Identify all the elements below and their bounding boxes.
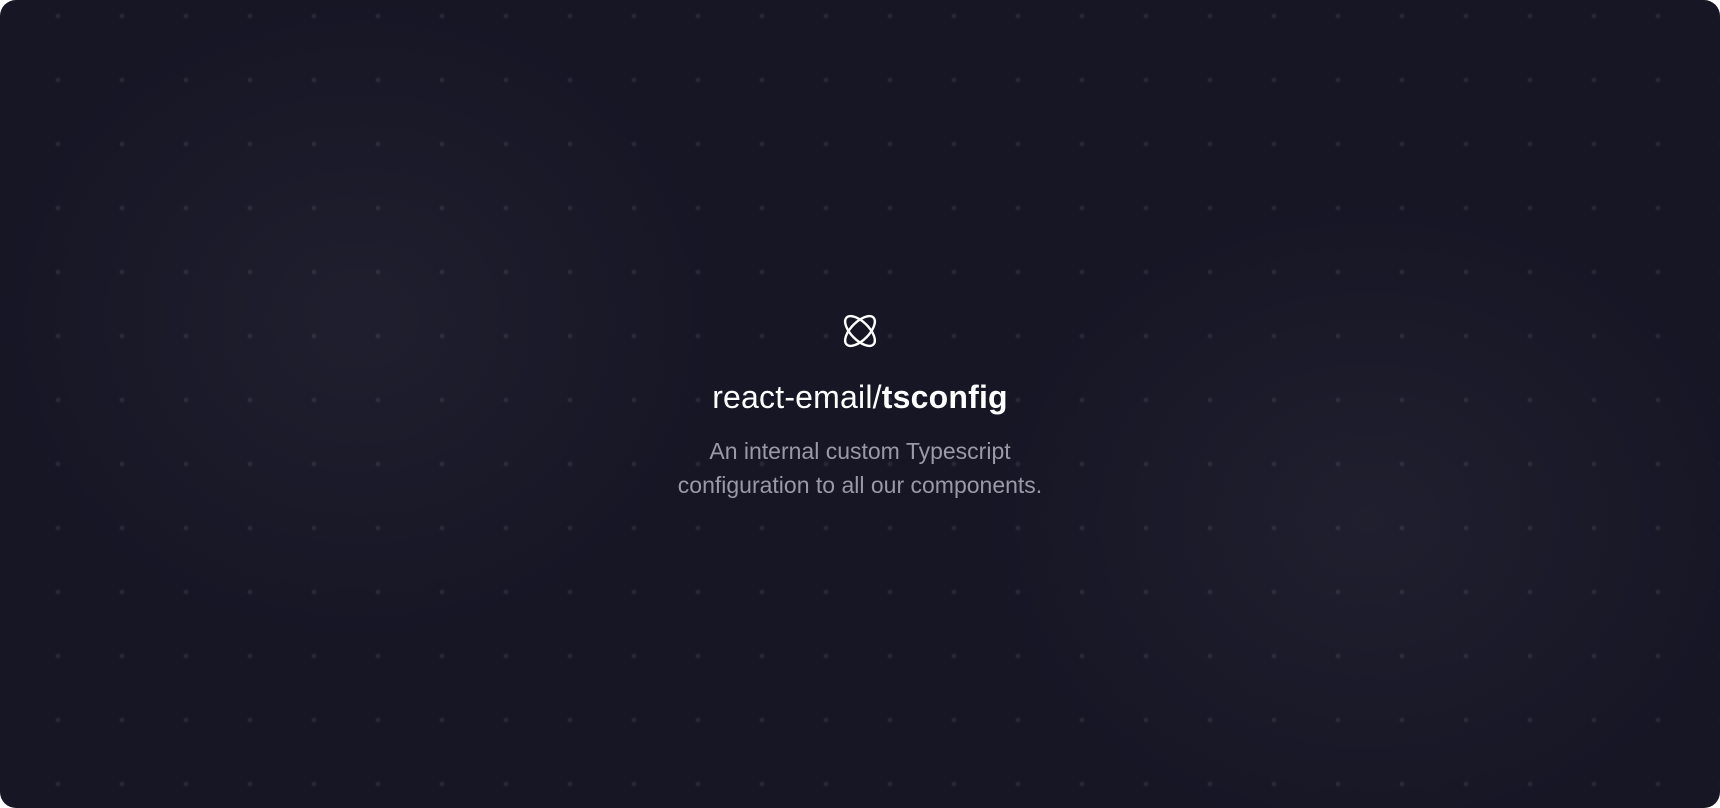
hero-content: react-email/tsconfig An internal custom … [0,0,1720,808]
page-title: react-email/tsconfig [0,377,1720,417]
hero-card: react-email/tsconfig An internal custom … [0,0,1720,808]
atom-icon [843,314,877,348]
title-emphasis: tsconfig [881,379,1008,415]
description-line: An internal custom Typescript [709,438,1011,464]
page-description: An internal custom Typescript configurat… [560,434,1160,502]
description-line: configuration to all our components. [677,472,1043,498]
title-prefix: react-email/ [712,379,882,415]
